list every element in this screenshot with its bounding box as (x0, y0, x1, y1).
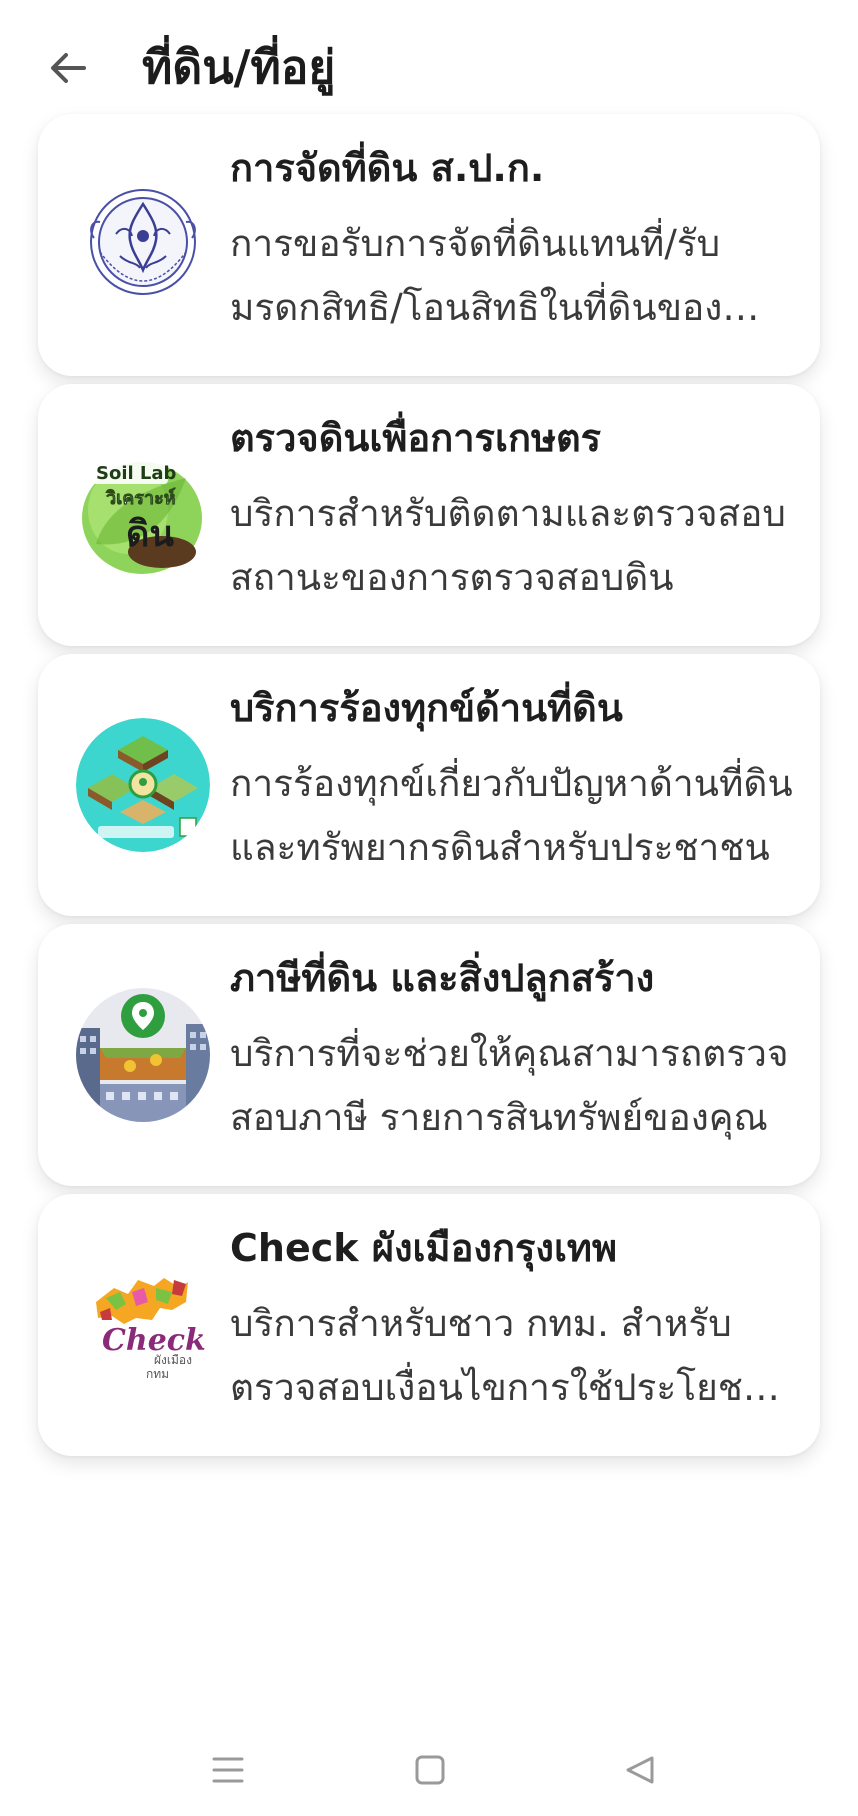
service-description: บริการสำหรับชาว กทม. สำหรับตรวจสอบเงื่อน… (230, 1302, 769, 1409)
back-button[interactable] (38, 38, 98, 98)
service-description: การขอรับการจัดที่ดินแทนที่/รับมรดกสิทธิ/… (230, 222, 723, 329)
soil-lab-logo: Soil Lab วิเคราะห์ ดิน (76, 448, 210, 582)
soil-lab-logo-text: Soil Lab (96, 463, 177, 484)
service-title: ภาษีที่ดิน และสิ่งปลูกสร้าง (230, 956, 655, 1000)
system-navigation-bar (0, 1724, 858, 1816)
service-card-soil-lab[interactable]: Soil Lab วิเคราะห์ ดิน ตรวจดินเพื่อการเก… (38, 384, 820, 646)
page-title: ที่ดิน/ที่อยู่ (142, 40, 336, 94)
soil-lab-logo-text: วิเคราะห์ (105, 487, 176, 509)
service-card-alro[interactable]: การจัดที่ดิน ส.ป.ก. การขอรับการจัดที่ดิน… (38, 114, 820, 376)
arrow-left-icon (51, 53, 86, 83)
check-city-plan-logo: Check ผังเมือง กทม (76, 1258, 210, 1392)
service-title: Check ผังเมืองกรุงเทพ (230, 1226, 618, 1270)
service-card-check-city-plan[interactable]: Check ผังเมือง กทม Check ผังเมืองกรุงเทพ… (38, 1194, 820, 1456)
service-card-land-tax[interactable]: ภาษีที่ดิน และสิ่งปลูกสร้าง บริการที่จะช… (38, 924, 820, 1186)
system-back-button[interactable] (608, 1738, 672, 1802)
recent-apps-button[interactable] (196, 1738, 260, 1802)
service-title: การจัดที่ดิน ส.ป.ก. (230, 146, 545, 190)
service-description: บริการที่จะช่วยให้คุณสามารถตรวจสอบภาษี ร… (230, 1032, 789, 1139)
square-icon (415, 1755, 445, 1785)
service-description: บริการสำหรับติดตามและตรวจสอบสถานะของการต… (230, 492, 786, 599)
land-tax-logo (76, 988, 210, 1122)
soil-lab-logo-text: ดิน (126, 514, 174, 555)
check-logo-text: ผังเมือง (154, 1353, 192, 1367)
check-logo-text: กทม (146, 1367, 169, 1381)
service-card-land-complaint[interactable]: บริการร้องทุกข์ด้านที่ดิน การร้องทุกข์เก… (38, 654, 820, 916)
home-button[interactable] (398, 1738, 462, 1802)
land-complaint-logo (76, 718, 210, 852)
menu-lines-icon (212, 1757, 244, 1783)
service-title: ตรวจดินเพื่อการเกษตร (230, 416, 602, 460)
service-description: การร้องทุกข์เกี่ยวกับปัญหาด้านที่ดินและท… (230, 762, 793, 869)
triangle-back-icon (626, 1756, 654, 1784)
alro-seal-logo (76, 178, 210, 312)
service-title: บริการร้องทุกข์ด้านที่ดิน (230, 686, 623, 730)
